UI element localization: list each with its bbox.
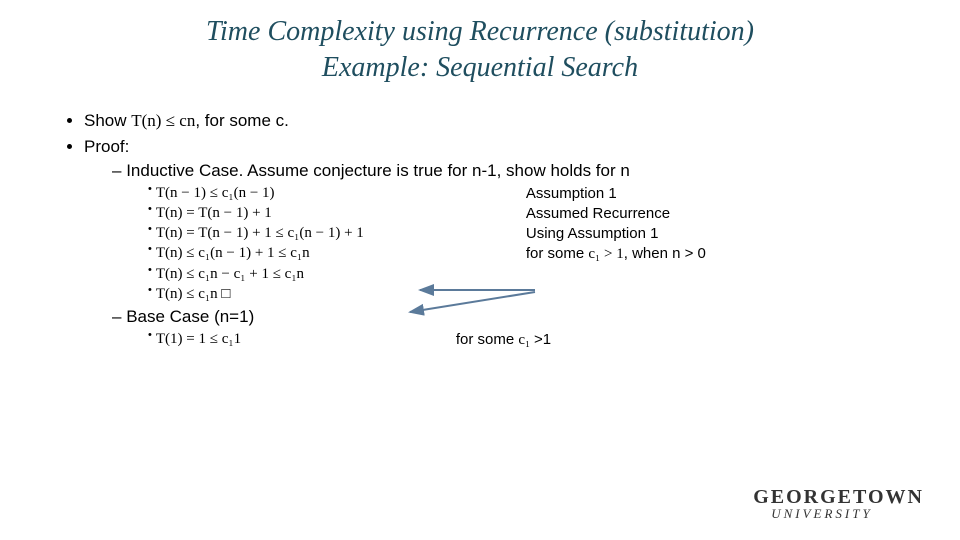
show-prefix: Show <box>84 111 131 130</box>
show-math: T(n) ≤ cn <box>131 111 195 130</box>
inductive-case-text: Inductive Case. Assume conjecture is tru… <box>126 161 630 180</box>
base-line-1: T(1) = 1 ≤ c₁1 for some c₁ >1 <box>148 331 912 349</box>
bc1-note-math: c₁ <box>518 332 534 348</box>
ic1-math: T(n − 1) ≤ c₁(n − 1) <box>156 185 526 202</box>
ic2-note: Assumed Recurrence <box>526 205 912 222</box>
ic4-note-math: c₁ > 1 <box>588 246 623 262</box>
base-case-text: Base Case (n=1) <box>126 307 254 326</box>
inductive-line-1: T(n − 1) ≤ c₁(n − 1) Assumption 1 <box>148 185 912 202</box>
ic1-note: Assumption 1 <box>526 185 912 202</box>
logo-line-1: GEORGETOWN <box>753 487 924 507</box>
ic2-math: T(n) = T(n − 1) + 1 <box>156 205 526 222</box>
ic4-note-prefix: for some <box>526 245 589 262</box>
slide-body: Show T(n) ≤ cn, for some c. Proof: Induc… <box>0 87 960 349</box>
slide-title: Time Complexity using Recurrence (substi… <box>0 0 960 87</box>
show-suffix: , for some c. <box>195 111 289 130</box>
georgetown-logo: GEORGETOWN UNIVERSITY <box>753 487 924 520</box>
proof-label: Proof: <box>84 137 129 156</box>
bullet-proof: Proof: Inductive Case. Assume conjecture… <box>84 137 912 349</box>
inductive-line-4: T(n) ≤ c₁(n − 1) + 1 ≤ c₁n for some c₁ >… <box>148 245 912 263</box>
ic3-math: T(n) = T(n − 1) + 1 ≤ c₁(n − 1) + 1 <box>156 225 526 242</box>
ic5-note <box>526 266 912 283</box>
ic4-math: T(n) ≤ c₁(n − 1) + 1 ≤ c₁n <box>156 245 526 263</box>
base-case-header: Base Case (n=1) T(1) = 1 ≤ c₁1 for some … <box>112 307 912 349</box>
bc1-note: for some c₁ >1 <box>456 331 912 349</box>
ic6-math: T(n) ≤ c₁n □ <box>156 286 526 303</box>
ic4-note-suffix: , when n > 0 <box>624 245 706 262</box>
inductive-case-header: Inductive Case. Assume conjecture is tru… <box>112 161 912 303</box>
inductive-line-5: T(n) ≤ c₁n − c₁ + 1 ≤ c₁n <box>148 266 912 283</box>
bc1-note-prefix: for some <box>456 331 519 348</box>
ic4-note: for some c₁ > 1, when n > 0 <box>526 245 912 263</box>
ic3-note: Using Assumption 1 <box>526 225 912 242</box>
ic6-note <box>526 286 912 303</box>
title-line-1: Time Complexity using Recurrence (substi… <box>206 16 754 47</box>
title-line-2: Example: Sequential Search <box>322 52 638 83</box>
bullet-show: Show T(n) ≤ cn, for some c. <box>84 111 912 131</box>
bc1-math: T(1) = 1 ≤ c₁1 <box>156 331 456 349</box>
logo-line-2: UNIVERSITY <box>753 507 924 520</box>
inductive-line-3: T(n) = T(n − 1) + 1 ≤ c₁(n − 1) + 1 Usin… <box>148 225 912 242</box>
inductive-line-2: T(n) = T(n − 1) + 1 Assumed Recurrence <box>148 205 912 222</box>
inductive-line-6: T(n) ≤ c₁n □ <box>148 286 912 303</box>
bc1-note-suffix: >1 <box>534 331 551 348</box>
ic5-math: T(n) ≤ c₁n − c₁ + 1 ≤ c₁n <box>156 266 526 283</box>
